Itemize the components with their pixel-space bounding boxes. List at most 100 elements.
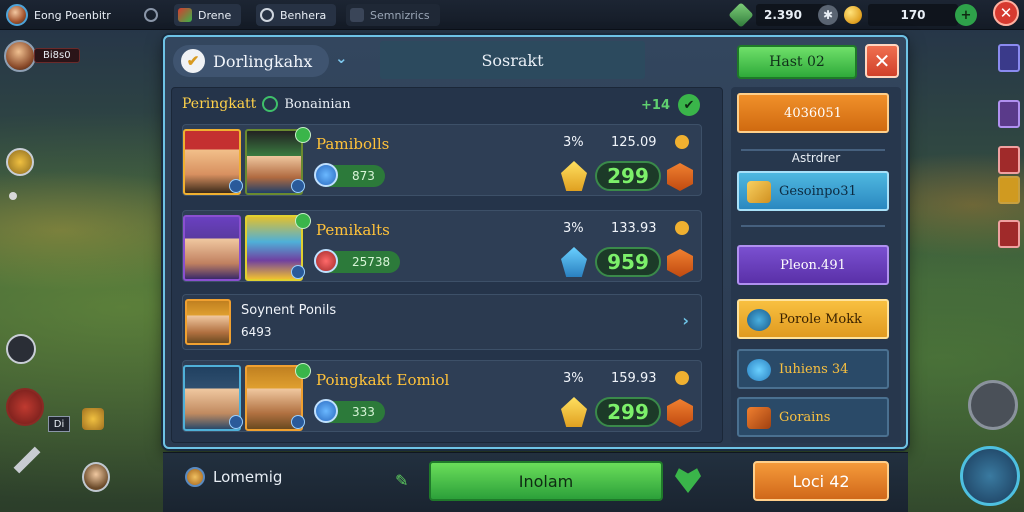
hud-right-map-icon[interactable] [998, 44, 1020, 72]
class-badge-icon [291, 415, 305, 429]
exit-button[interactable]: ✕ [993, 0, 1019, 26]
row-sub: 6493 [241, 325, 272, 339]
status-ring-icon[interactable] [144, 4, 158, 26]
row-time: 159.93 [611, 371, 657, 386]
side-blue-label: Gesoinpo31 [779, 183, 857, 199]
power-value: 333 [352, 405, 375, 419]
class-badge-icon [229, 415, 243, 429]
side-navy-label-1: Iuhiens 34 [779, 361, 849, 377]
row-percent: 3% [563, 371, 584, 386]
hud-sword-icon[interactable] [13, 446, 41, 474]
hud-right-reward-icon[interactable] [998, 176, 1020, 204]
list-item[interactable]: Soynent Ponils 6493 › [182, 294, 702, 350]
gem-icon [728, 2, 754, 28]
hud-npc-avatar[interactable] [82, 462, 110, 492]
left-hud: Bi8s0 [4, 40, 80, 72]
main-action-button[interactable]: Inolam [429, 461, 663, 501]
add-currency-button[interactable]: + [955, 4, 977, 26]
hud-attack-icon[interactable] [6, 388, 44, 426]
treasure-icon [747, 407, 771, 429]
tab-dorlingkahx-label: Dorlingkahx [213, 51, 313, 71]
level-badge-icon [295, 127, 311, 143]
panel-close-button[interactable]: ✕ [865, 44, 899, 78]
side-navy-label-2: Gorains [779, 409, 831, 425]
side-navy-button-1[interactable]: Iuhiens 34 [737, 349, 889, 389]
list-item[interactable]: Pamibolls 873 3% 125.09 299 [182, 124, 702, 196]
hud-right-action-button[interactable] [960, 446, 1020, 506]
hud-right-alert-icon[interactable] [998, 146, 1020, 174]
chevron-down-icon[interactable]: ⌄ [335, 49, 348, 67]
hud-quest-icon[interactable] [6, 148, 34, 176]
coin-counter[interactable]: 170 [844, 4, 958, 26]
bottom-user[interactable]: Lomemig [185, 467, 282, 487]
coin-amount: 170 [868, 4, 958, 26]
info-icon[interactable] [675, 221, 689, 235]
tab-drene[interactable]: Drene [174, 4, 242, 26]
chevron-right-icon[interactable]: › [682, 311, 689, 330]
row-name: Soynent Ponils [241, 303, 337, 318]
gear-icon[interactable]: ✱ [818, 5, 838, 25]
tab-sosrakt[interactable]: Sosrakt [380, 41, 645, 79]
plus-icon[interactable]: + [955, 4, 977, 26]
hud-right-magic-icon[interactable] [998, 100, 1020, 128]
score-value: 299 [595, 161, 661, 191]
search-icon[interactable] [262, 96, 279, 112]
top-tab-3[interactable]: Semnizrics [346, 4, 440, 26]
hud-right-event-icon[interactable] [998, 220, 1020, 248]
tab-drene-icon [178, 8, 192, 22]
reward-icon[interactable] [667, 399, 693, 427]
list-count-value: +14 [641, 97, 670, 113]
power-icon [314, 163, 338, 187]
row-time: 133.93 [611, 221, 657, 236]
top-tab-1[interactable]: Drene [174, 4, 242, 26]
tab-dorlingkahx[interactable]: ✔ Dorlingkahx [173, 45, 329, 77]
info-icon[interactable] [675, 371, 689, 385]
power-stat: 333 [314, 399, 385, 423]
heart-check-icon[interactable] [675, 468, 701, 493]
list-subtitle: Bonainian [284, 96, 351, 112]
check-icon[interactable]: ✔ [678, 94, 700, 116]
score-value: 959 [595, 247, 661, 277]
side-yellow-button[interactable]: Porole Mokk [737, 299, 889, 339]
hud-dot-icon [9, 192, 17, 200]
close-icon[interactable]: ✕ [993, 0, 1019, 26]
close-icon: ✕ [873, 49, 891, 73]
list-header: Peringkatt Bonainian [182, 96, 351, 112]
coin-icon [844, 6, 862, 24]
loci-button[interactable]: Loci 42 [753, 461, 889, 501]
tab-semnizrics[interactable]: Semnizrics [346, 4, 440, 26]
row-name: Pemikalts [316, 221, 390, 239]
top-tab-2[interactable]: Benhera [256, 4, 337, 26]
power-value: 25738 [352, 255, 391, 269]
bottom-bar: Lomemig ✎ Inolam Loci 42 [163, 452, 908, 512]
side-blue-button[interactable]: Gesoinpo31 [737, 171, 889, 211]
hud-avatar[interactable] [4, 40, 36, 72]
hud-clock-icon[interactable] [6, 334, 36, 364]
player-info[interactable]: Eong Poenbitr [6, 4, 111, 26]
list-item[interactable]: Poingkakt Eomiol 333 3% 159.93 299 [182, 360, 702, 432]
power-value: 873 [352, 169, 375, 183]
info-icon[interactable] [675, 135, 689, 149]
hud-chest-icon[interactable] [82, 408, 104, 430]
hast-button[interactable]: Hast 02 [737, 45, 857, 79]
side-top-button[interactable]: 4036051 [737, 93, 889, 133]
power-icon [314, 399, 338, 423]
hud-right-chat-icon[interactable] [968, 380, 1018, 430]
ranking-list: Peringkatt Bonainian +14 ✔ Pamibolls 873… [171, 87, 723, 443]
row-name: Pamibolls [316, 135, 390, 153]
reward-icon[interactable] [667, 249, 693, 277]
list-item[interactable]: Pemikalts 25738 3% 133.93 959 [182, 210, 702, 282]
side-purple-button[interactable]: Pleon.491 [737, 245, 889, 285]
side-yellow-label: Porole Mokk [779, 311, 862, 327]
settings-button[interactable]: ✱ [818, 4, 838, 26]
player-avatar[interactable] [6, 4, 28, 26]
side-navy-button-2[interactable]: Gorains [737, 397, 889, 437]
score-value: 299 [595, 397, 661, 427]
reward-icon[interactable] [667, 163, 693, 191]
tab-benhera[interactable]: Benhera [256, 4, 337, 26]
row-percent: 3% [563, 135, 584, 150]
gem-counter[interactable]: 2.390 [728, 2, 828, 28]
rank-gem-icon [561, 161, 587, 191]
edit-icon[interactable]: ✎ [395, 471, 408, 490]
tab-benhera-label: Benhera [280, 8, 327, 22]
